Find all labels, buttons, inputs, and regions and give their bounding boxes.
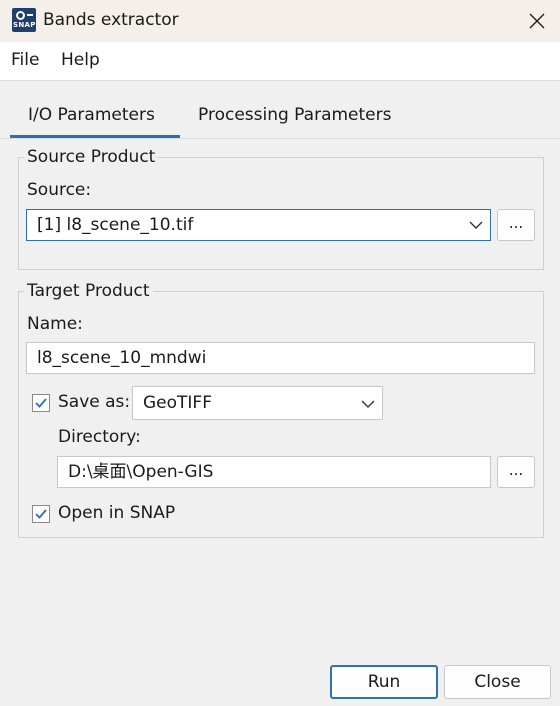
tab-strip-divider xyxy=(0,138,560,139)
directory-label: Directory: xyxy=(58,427,141,447)
snap-app-icon: SNAP xyxy=(12,8,36,32)
window-title: Bands extractor xyxy=(43,10,179,30)
source-product-legend: Source Product xyxy=(24,147,159,167)
open-in-snap-checkbox[interactable] xyxy=(32,505,50,523)
source-value: [1] l8_scene_10.tif xyxy=(37,215,194,235)
directory-field[interactable]: D:\桌面\Open-GIS xyxy=(57,456,491,488)
format-combobox[interactable]: GeoTIFF xyxy=(132,386,383,420)
chevron-down-icon xyxy=(469,221,483,229)
directory-browse-button[interactable]: ... xyxy=(497,456,535,488)
chevron-down-icon xyxy=(361,400,375,408)
run-button[interactable]: Run xyxy=(330,665,438,699)
name-label: Name: xyxy=(27,314,83,334)
menu-bar: File Help xyxy=(0,42,560,81)
menu-help[interactable]: Help xyxy=(61,50,100,70)
source-label: Source: xyxy=(27,180,92,200)
source-combobox[interactable]: [1] l8_scene_10.tif xyxy=(26,209,491,241)
active-tab-indicator xyxy=(10,135,180,138)
tab-io-parameters[interactable]: I/O Parameters xyxy=(28,105,155,125)
name-field[interactable]: l8_scene_10_mndwi xyxy=(26,342,535,374)
app-icon-text: SNAP xyxy=(13,21,36,29)
target-product-legend: Target Product xyxy=(24,281,153,301)
title-bar: SNAP Bands extractor xyxy=(0,0,560,42)
source-browse-button[interactable]: ... xyxy=(497,209,535,241)
save-as-label: Save as: xyxy=(58,392,131,412)
checkmark-icon xyxy=(35,509,47,519)
menu-file[interactable]: File xyxy=(11,50,39,70)
close-button[interactable]: Close xyxy=(444,665,551,699)
format-value: GeoTIFF xyxy=(143,393,212,413)
open-in-snap-label: Open in SNAP xyxy=(58,503,176,523)
close-icon[interactable] xyxy=(522,6,552,36)
tab-processing-parameters[interactable]: Processing Parameters xyxy=(198,105,391,125)
checkmark-icon xyxy=(35,398,47,408)
save-as-checkbox[interactable] xyxy=(32,394,50,412)
